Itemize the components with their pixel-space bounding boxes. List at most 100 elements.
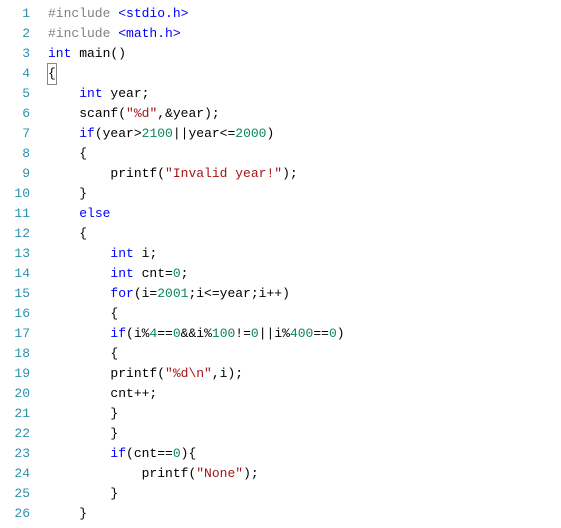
identifier: printf	[142, 466, 189, 481]
punct: (	[157, 366, 165, 381]
punct: )	[267, 126, 275, 141]
line-number: 6	[0, 104, 30, 124]
punct: ()	[110, 46, 126, 61]
identifier: printf	[110, 366, 157, 381]
string: "%d\n"	[165, 366, 212, 381]
punct: ,&year);	[157, 106, 219, 121]
code-line[interactable]: }	[48, 404, 561, 424]
number: 2100	[142, 126, 173, 141]
code-line[interactable]: {	[48, 344, 561, 364]
keyword: int	[110, 266, 133, 281]
code-line[interactable]: int year;	[48, 84, 561, 104]
line-number: 18	[0, 344, 30, 364]
line-number: 15	[0, 284, 30, 304]
code-line[interactable]: int main()	[48, 44, 561, 64]
identifier: printf	[110, 166, 157, 181]
number: 0	[173, 326, 181, 341]
code-line[interactable]: scanf("%d",&year);	[48, 104, 561, 124]
punct: )	[337, 326, 345, 341]
line-number: 10	[0, 184, 30, 204]
punct: ;	[149, 246, 157, 261]
code-line[interactable]: }	[48, 184, 561, 204]
punct: !=	[235, 326, 251, 341]
brace: }	[79, 186, 87, 201]
brace: {	[48, 66, 56, 81]
keyword: if	[110, 326, 126, 341]
code-line[interactable]: for(i=2001;i<=year;i++)	[48, 284, 561, 304]
line-number: 1	[0, 4, 30, 24]
code-line[interactable]: #include <math.h>	[48, 24, 561, 44]
identifier: main	[71, 46, 110, 61]
keyword: if	[110, 446, 126, 461]
brace: {	[110, 346, 118, 361]
brace: {	[110, 306, 118, 321]
code-editor: 1 2 3 4 5 6 7 8 9 10 11 12 13 14 15 16 1…	[0, 0, 561, 528]
keyword: int	[48, 46, 71, 61]
punct: (	[157, 166, 165, 181]
punct: ){	[181, 446, 197, 461]
preprocessor: #include	[48, 26, 118, 41]
code-line[interactable]: if(year>2100||year<=2000)	[48, 124, 561, 144]
line-number: 11	[0, 204, 30, 224]
code-area[interactable]: #include <stdio.h> #include <math.h> int…	[40, 4, 561, 524]
identifier: i	[134, 246, 150, 261]
code-line[interactable]: {	[48, 144, 561, 164]
punct: &&i%	[181, 326, 212, 341]
line-number: 24	[0, 464, 30, 484]
code-line[interactable]: #include <stdio.h>	[48, 4, 561, 24]
punct: (	[118, 106, 126, 121]
line-number: 3	[0, 44, 30, 64]
identifier: cnt=	[134, 266, 173, 281]
line-number: 12	[0, 224, 30, 244]
header-name: <math.h>	[118, 26, 180, 41]
code-line[interactable]: }	[48, 504, 561, 524]
number: 0	[251, 326, 259, 341]
keyword: if	[79, 126, 95, 141]
line-number: 8	[0, 144, 30, 164]
brace: }	[79, 506, 87, 521]
identifier: cnt++;	[110, 386, 157, 401]
code-line[interactable]: printf("%d\n",i);	[48, 364, 561, 384]
code-line[interactable]: printf("Invalid year!");	[48, 164, 561, 184]
header-name: <stdio.h>	[118, 6, 188, 21]
number: 0	[329, 326, 337, 341]
string: "None"	[196, 466, 243, 481]
keyword: else	[79, 206, 110, 221]
brace: {	[79, 226, 87, 241]
number: 400	[290, 326, 313, 341]
code-line[interactable]: int i;	[48, 244, 561, 264]
code-line[interactable]: if(cnt==0){	[48, 444, 561, 464]
punct: );	[282, 166, 298, 181]
code-line[interactable]: int cnt=0;	[48, 264, 561, 284]
line-number: 2	[0, 24, 30, 44]
line-number: 20	[0, 384, 30, 404]
code-line[interactable]: {	[48, 64, 561, 84]
cursor-brace: {	[48, 64, 56, 84]
punct: (year>	[95, 126, 142, 141]
code-line[interactable]: cnt++;	[48, 384, 561, 404]
code-line[interactable]: {	[48, 304, 561, 324]
number: 2000	[235, 126, 266, 141]
code-line[interactable]: else	[48, 204, 561, 224]
code-line[interactable]: {	[48, 224, 561, 244]
code-line[interactable]: }	[48, 424, 561, 444]
code-line[interactable]: printf("None");	[48, 464, 561, 484]
punct: (i%	[126, 326, 149, 341]
code-line[interactable]: if(i%4==0&&i%100!=0||i%400==0)	[48, 324, 561, 344]
punct: ,i);	[212, 366, 243, 381]
punct: ==	[313, 326, 329, 341]
line-number: 5	[0, 84, 30, 104]
line-number: 16	[0, 304, 30, 324]
number: 0	[173, 266, 181, 281]
punct: ;	[181, 266, 189, 281]
code-line[interactable]: }	[48, 484, 561, 504]
preprocessor: #include	[48, 6, 118, 21]
keyword: for	[110, 286, 133, 301]
punct: (cnt==	[126, 446, 173, 461]
identifier: scanf	[79, 106, 118, 121]
number: 0	[173, 446, 181, 461]
punct: ||year<=	[173, 126, 235, 141]
punct: );	[243, 466, 259, 481]
line-number: 4	[0, 64, 30, 84]
identifier: year	[103, 86, 142, 101]
